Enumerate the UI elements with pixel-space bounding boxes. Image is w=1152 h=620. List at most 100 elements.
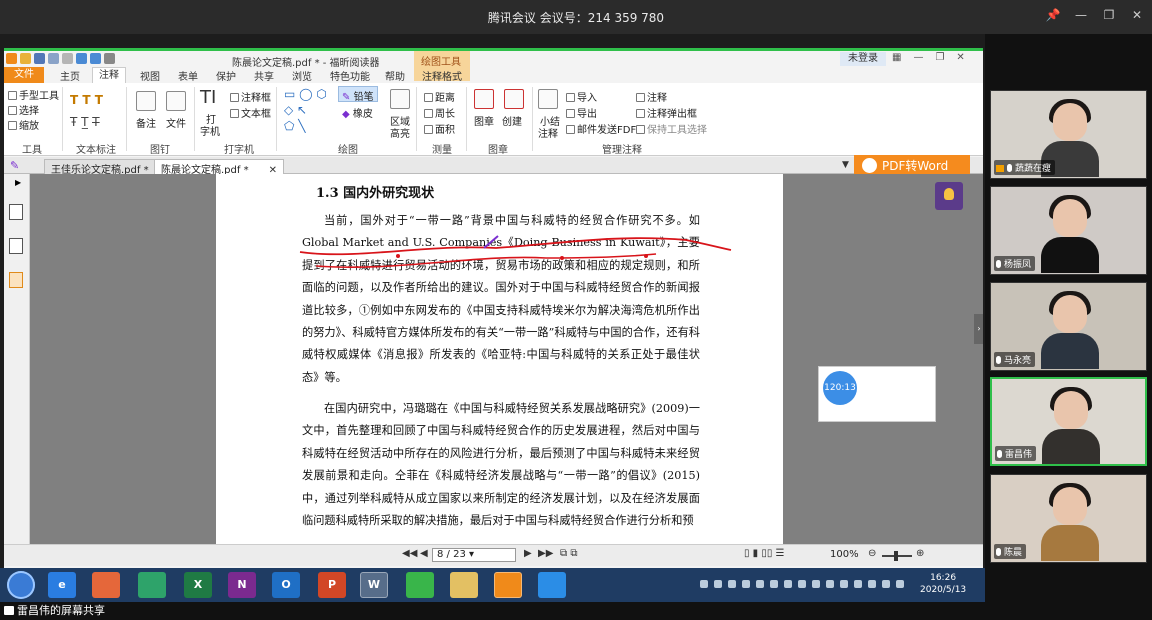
- tray-icon[interactable]: [798, 580, 806, 588]
- tab-share[interactable]: 共享: [254, 68, 274, 83]
- import-button[interactable]: 导入: [566, 89, 597, 104]
- taskbar-word[interactable]: W: [360, 572, 388, 598]
- pages-icon[interactable]: [9, 238, 23, 254]
- perimeter-button[interactable]: 周长: [424, 105, 455, 120]
- taskbar-powerpoint[interactable]: P: [318, 572, 346, 598]
- summary-label-2[interactable]: 注释: [538, 125, 558, 140]
- create-stamp-icon[interactable]: [504, 89, 524, 109]
- doc-tab-1[interactable]: 王佳乐论文定稿.pdf *: [44, 159, 156, 176]
- next-page-icon[interactable]: ▶: [524, 548, 532, 559]
- stamp-button[interactable]: 图章: [474, 113, 494, 128]
- tray-icon[interactable]: [882, 580, 890, 588]
- tray-icon[interactable]: [812, 580, 820, 588]
- page-layout-icons[interactable]: ▯ ▮ ▯▯ ☰: [744, 548, 785, 559]
- area-highlight-icon[interactable]: [390, 89, 410, 109]
- taskbar-onenote[interactable]: N: [228, 572, 256, 598]
- shape-polygon-icon[interactable]: ◇ ↖: [284, 103, 307, 117]
- pin-icon[interactable]: 📌: [1044, 8, 1062, 22]
- strikeout-text-icon[interactable]: Ŧ T̲ T̶: [70, 115, 100, 129]
- new-doc-icon[interactable]: [62, 53, 73, 64]
- tray-icon[interactable]: [728, 580, 736, 588]
- tip-lightbulb-icon[interactable]: [935, 182, 963, 210]
- tray-icon[interactable]: [854, 580, 862, 588]
- summary-icon[interactable]: [538, 89, 558, 109]
- tray-icon[interactable]: [840, 580, 848, 588]
- callout-button[interactable]: 注释框: [230, 89, 271, 104]
- video-tile[interactable]: 杨振凤: [990, 186, 1147, 275]
- undo-icon[interactable]: [76, 53, 87, 64]
- taskbar-foxit-icon[interactable]: [494, 572, 522, 598]
- hand-select-icon[interactable]: [104, 53, 115, 64]
- tab-comment[interactable]: 注释: [92, 67, 126, 83]
- video-tile[interactable]: 陈晨: [990, 474, 1147, 563]
- tabs-dropdown-icon[interactable]: ▼: [842, 160, 849, 170]
- tab-browse[interactable]: 浏览: [292, 68, 312, 83]
- tab-help[interactable]: 帮助: [385, 68, 405, 83]
- select-tool-button[interactable]: 选择: [8, 102, 39, 117]
- taskbar-excel[interactable]: X: [184, 572, 212, 598]
- prev-page-icon[interactable]: ◀: [420, 548, 428, 559]
- highlight-text-icon[interactable]: T T T: [70, 93, 103, 107]
- tab-list-icon[interactable]: ✎: [10, 159, 19, 172]
- comments-panel-icon[interactable]: [9, 272, 23, 288]
- system-clock[interactable]: 16:26 2020/5/13: [920, 572, 966, 596]
- zoom-slider[interactable]: [882, 551, 912, 561]
- last-page-icon[interactable]: ▶▶: [538, 548, 553, 559]
- comments-button[interactable]: 注释: [636, 89, 667, 104]
- file-button[interactable]: 文件: [166, 115, 186, 130]
- collapse-right-panel-icon[interactable]: ›: [974, 314, 983, 344]
- tab-features[interactable]: 特色功能: [330, 68, 370, 83]
- taskbar-wechat-icon[interactable]: [406, 572, 434, 598]
- redo-icon[interactable]: [90, 53, 101, 64]
- tray-icon[interactable]: [784, 580, 792, 588]
- taskbar-browser-icon[interactable]: [138, 572, 166, 598]
- shape-pentagon-icon[interactable]: ⬠ ╲: [284, 119, 305, 133]
- keep-tool-checkbox[interactable]: 保持工具选择: [636, 121, 707, 136]
- restore-icon[interactable]: ❐: [935, 52, 944, 63]
- view-mode-icon[interactable]: ⧉ ⧉: [560, 548, 577, 559]
- tray-icon[interactable]: [770, 580, 778, 588]
- taskbar-photos-icon[interactable]: [92, 572, 120, 598]
- tray-icon[interactable]: [714, 580, 722, 588]
- email-fdf-button[interactable]: 邮件发送FDF: [566, 121, 636, 136]
- video-tile[interactable]: 蔬蔬在瘦: [990, 90, 1147, 179]
- export-button[interactable]: 导出: [566, 105, 597, 120]
- restore-icon[interactable]: ❐: [1100, 8, 1118, 22]
- zoom-tool-button[interactable]: 缩放: [8, 117, 39, 132]
- note-button[interactable]: 备注: [136, 115, 156, 130]
- zoom-out-icon[interactable]: ⊖: [868, 548, 876, 559]
- open-folder-icon[interactable]: [20, 53, 31, 64]
- minimize-icon[interactable]: —: [913, 52, 923, 63]
- shape-rect-icon[interactable]: ▭ ◯ ⬡: [284, 87, 327, 101]
- save-icon[interactable]: [34, 53, 45, 64]
- expand-panel-icon[interactable]: ▶: [15, 178, 21, 187]
- pencil-label[interactable]: ✎ 铅笔: [342, 88, 374, 103]
- doc-tab-2[interactable]: 陈晨论文定稿.pdf * ✕: [154, 159, 284, 176]
- video-tile-active-speaker[interactable]: 雷昌伟: [990, 377, 1147, 466]
- area-highlight-label-2[interactable]: 高亮: [390, 125, 410, 140]
- typewriter-label-2[interactable]: 字机: [200, 123, 220, 138]
- area-button[interactable]: 面积: [424, 121, 455, 136]
- document-viewer[interactable]: 1.3 国内外研究现状 当前，国外对于“一带一路”背景中国与科威特的经贸合作研究…: [30, 174, 983, 544]
- bookmark-icon[interactable]: [9, 204, 23, 220]
- hand-tool-button[interactable]: 手型工具: [8, 87, 59, 102]
- close-icon[interactable]: ✕: [956, 52, 964, 63]
- layout-icon[interactable]: ▦: [892, 52, 901, 63]
- timer-badge[interactable]: 120:13: [823, 371, 857, 405]
- zoom-level[interactable]: 100%: [830, 549, 859, 560]
- start-button[interactable]: [7, 571, 35, 599]
- tray-icon[interactable]: [756, 580, 764, 588]
- eraser-button[interactable]: ◆ 橡皮: [342, 105, 373, 120]
- taskbar-tencent-meeting-icon[interactable]: [538, 572, 566, 598]
- tab-file[interactable]: 文件: [4, 67, 44, 83]
- tray-icon[interactable]: [826, 580, 834, 588]
- tab-view[interactable]: 视图: [140, 68, 160, 83]
- close-icon[interactable]: ✕: [1128, 8, 1146, 22]
- tab-home[interactable]: 主页: [60, 68, 80, 83]
- page-number-input[interactable]: 8 / 23 ▾: [432, 548, 516, 562]
- tab-form[interactable]: 表单: [178, 68, 198, 83]
- tray-icon[interactable]: [700, 580, 708, 588]
- taskbar-explorer-icon[interactable]: [450, 572, 478, 598]
- tab-protect[interactable]: 保护: [216, 68, 236, 83]
- zoom-in-icon[interactable]: ⊕: [916, 548, 924, 559]
